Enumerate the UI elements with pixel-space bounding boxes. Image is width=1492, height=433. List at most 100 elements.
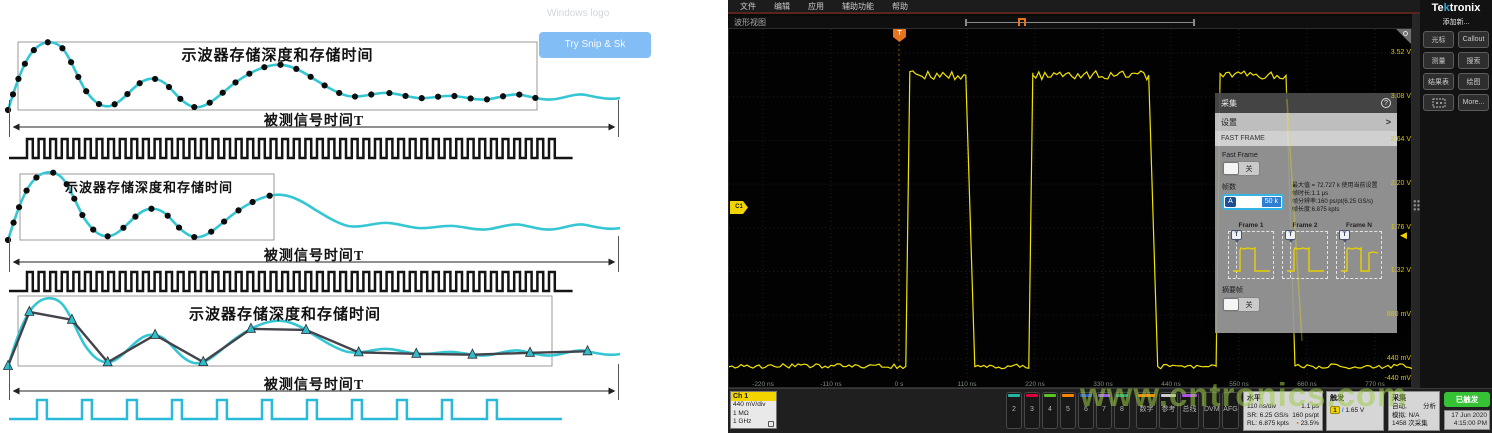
sample-dot (177, 96, 183, 102)
sample-dot (10, 220, 16, 226)
sample-dot (152, 76, 158, 82)
channel8-button[interactable]: 8 (1114, 392, 1130, 429)
channel2-button[interactable]: 2 (1006, 392, 1022, 429)
frame-trigger-pin-icon: T (1339, 230, 1350, 240)
menu-utility[interactable]: 辅助功能 (842, 1, 874, 12)
triggered-status-button[interactable]: 已触发 (1444, 392, 1490, 407)
channel1-badge[interactable]: Ch 1 440 mV/div 1 MΩ 1 GHz (730, 391, 777, 429)
horizontal-overview-bar[interactable] (965, 19, 1195, 26)
trigger-badge[interactable]: 触发 1 / 1.65 V (1326, 391, 1384, 431)
snip-sketch-button[interactable]: Try Snip & Sk (539, 32, 651, 58)
channel5-button[interactable]: 5 (1060, 392, 1076, 429)
callout-button[interactable]: Callout (1458, 31, 1489, 48)
h-resolution: 160 ps/pt (1292, 412, 1319, 421)
splitter-handle-icon[interactable]: ●●●●●● (1413, 200, 1419, 212)
search-button[interactable]: 搜索 (1458, 52, 1489, 69)
t-label-3: 110 ns (947, 381, 987, 388)
frame-count-input[interactable]: A 50 k (1222, 194, 1284, 210)
t-label-2: 0 s (879, 381, 919, 388)
v-label-0: 3.52 V (1371, 49, 1411, 56)
t-label-5: 330 ns (1083, 381, 1123, 388)
sample-dot (336, 90, 342, 96)
channel3-color-stripe (1026, 394, 1038, 397)
frame2-label: Frame 2 (1282, 222, 1328, 229)
magnifier-icon (1403, 31, 1408, 36)
screenshot-canvas: 示波器存储深度和存储时间 示波器存储深度和存储时间 示波器存储深度和存储时间 被… (0, 0, 1492, 433)
acq-count: 1458 次采集 (1392, 420, 1428, 429)
sample-dot (90, 227, 96, 233)
sampling-diagram: 示波器存储深度和存储时间 示波器存储深度和存储时间 示波器存储深度和存储时间 被… (0, 0, 728, 433)
time-label-2: 被测信号时间T (14, 245, 614, 265)
sample-dot (112, 101, 118, 107)
info-length: 帧长度:6.875 kpts (1292, 206, 1390, 214)
sample-dot (120, 225, 126, 231)
t-label-9: 770 ns (1355, 381, 1395, 388)
afg-button[interactable]: AFG (1222, 392, 1239, 429)
horizontal-badge[interactable]: 水平 110 ns/div1.1 μs SR: 6.25 GS/s160 ps/… (1243, 391, 1323, 431)
bus-button[interactable]: 总线 (1180, 392, 1199, 429)
more-button[interactable]: More... (1458, 94, 1489, 111)
sample-dot (221, 218, 227, 224)
channel6-button[interactable]: 6 (1078, 392, 1094, 429)
sample-dot (16, 204, 22, 210)
h-scale: 110 ns/div (1247, 403, 1276, 412)
trigger-level: 1.65 V (1345, 407, 1364, 414)
channel4-button[interactable]: 4 (1042, 392, 1058, 429)
toggle-knob (1223, 298, 1239, 311)
sample-dot (220, 90, 226, 96)
t-label-8: 660 ns (1287, 381, 1327, 388)
t-label-6: 440 ns (1151, 381, 1191, 388)
acquisition-title: 采集 (1392, 393, 1436, 403)
sample-dot (137, 80, 143, 86)
sample-dot (79, 212, 85, 218)
frame1-box: T (1228, 231, 1274, 279)
h-samplerate: SR: 6.25 GS/s (1247, 412, 1289, 421)
dvm-button[interactable]: DVM (1203, 392, 1220, 429)
sample-dot (75, 74, 81, 80)
rising-edge-icon: / (1342, 407, 1344, 414)
channel1-scale: 440 mV/div (731, 401, 776, 410)
sample-dot (15, 76, 21, 82)
info-resolution: 帧分辨率:160 ps/pt(6.25 GS/s) (1292, 198, 1390, 206)
sparse-clock-wave (9, 400, 562, 419)
sidebar-buttons: 光标 Callout 测量 搜索 结果表 绘图 More... (1420, 31, 1492, 111)
panel-settings-row[interactable]: 设置 > (1215, 113, 1397, 131)
sample-dot (249, 199, 255, 205)
channel3-button[interactable]: 3 (1024, 392, 1040, 429)
time-label-3: 被测信号时间T (14, 374, 614, 394)
waveform-display[interactable]: T C1 ◀ 3.52 V 3.08 V 2.64 V 2.20 V 1.76 … (728, 28, 1412, 388)
acquisition-panel[interactable]: 采集 ? 设置 > FAST FRAME Fast Frame 关 (1215, 93, 1397, 333)
menu-help[interactable]: 帮助 (892, 1, 908, 12)
channel7-button[interactable]: 7 (1096, 392, 1112, 429)
trigger-level-arrow-icon[interactable]: ◀ (1400, 230, 1407, 241)
frame-count-value: 50 k (1262, 197, 1281, 207)
ref-button[interactable]: 参考 (1159, 392, 1178, 429)
cursor-button[interactable]: 光标 (1423, 31, 1454, 48)
info-duration: 帧时长:1.1 μs (1292, 190, 1390, 198)
v-label-2: 2.64 V (1371, 136, 1411, 143)
mask-icon (1432, 98, 1446, 108)
fastframe-toggle[interactable]: 关 (1222, 161, 1260, 176)
channel2-color-stripe (1008, 394, 1020, 397)
measure-button[interactable]: 测量 (1423, 52, 1454, 69)
summary-frame-label: 摘要帧 (1222, 285, 1390, 295)
plot-button[interactable]: 绘图 (1458, 73, 1489, 90)
overview-position-marker[interactable] (1018, 18, 1026, 26)
splitter-strip[interactable]: ●●●●●● (1412, 14, 1420, 388)
mask-icon-button[interactable] (1423, 94, 1454, 111)
v-label-6: 880 mV (1371, 311, 1411, 318)
results-table-button[interactable]: 结果表 (1423, 73, 1454, 90)
menu-file[interactable]: 文件 (740, 1, 756, 12)
digital-button[interactable]: 数字 (1136, 392, 1157, 429)
sample-dot (165, 213, 171, 219)
sample-dot (166, 84, 172, 90)
sample-dot (386, 90, 392, 96)
digital-color-stripe (1138, 394, 1155, 397)
dense-clock-wave (9, 139, 573, 158)
acquisition-badge[interactable]: 采集 自动,分析 模拟: N/A 1458 次采集 (1388, 391, 1440, 431)
channel6-color-stripe (1080, 394, 1092, 397)
menu-edit[interactable]: 编辑 (774, 1, 790, 12)
menu-apps[interactable]: 应用 (808, 1, 824, 12)
summary-frame-toggle[interactable]: 关 (1222, 297, 1260, 312)
sample-dot (500, 93, 506, 99)
